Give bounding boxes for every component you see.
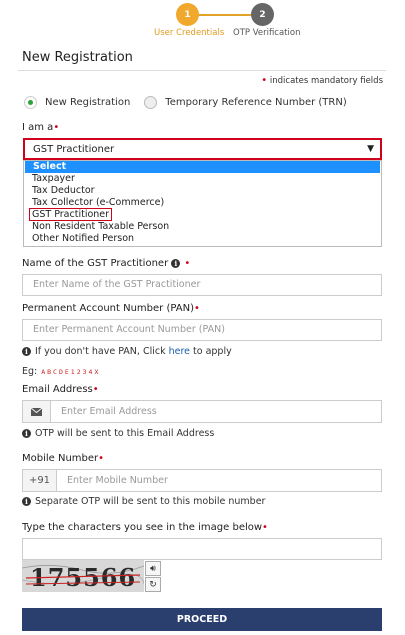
email-help-text: OTP will be sent to this Email Address — [35, 428, 215, 439]
pan-input[interactable]: Enter Permanent Account Number (PAN) — [22, 319, 382, 341]
email-help: i OTP will be sent to this Email Address — [22, 428, 214, 439]
page-title: New Registration — [22, 50, 133, 65]
mobile-label-text: Mobile Number — [22, 453, 99, 464]
mobile-label: Mobile Number• — [22, 453, 104, 464]
i-am-a-label: I am a• — [22, 122, 59, 133]
step-1-label: User Credentials — [154, 28, 225, 38]
mobile-help-text: Separate OTP will be sent to this mobile… — [35, 496, 266, 507]
required-marker: • — [98, 453, 105, 464]
pan-label-text: Permanent Account Number (PAN) — [22, 303, 194, 314]
email-label: Email Address• — [22, 384, 99, 395]
email-input[interactable]: Enter Email Address — [51, 401, 157, 422]
refresh-icon: ↻ — [149, 579, 157, 590]
captcha-input[interactable] — [22, 538, 382, 560]
radio-new-registration[interactable] — [24, 96, 37, 109]
caret-down-icon: ▼ — [367, 144, 374, 154]
info-icon: i — [22, 347, 31, 356]
captcha-image: 175566 — [22, 560, 144, 592]
captcha-audio-button[interactable]: 🔊︎ — [145, 561, 161, 576]
dropdown-option-gst-practitioner-text: GST Practitioner — [29, 208, 113, 221]
mandatory-note-text: indicates mandatory fields — [269, 76, 383, 86]
dropdown-option-select[interactable]: Select — [25, 161, 380, 173]
dropdown-option-other-notified[interactable]: Other Notified Person — [24, 233, 381, 245]
dropdown-option-tax-deductor[interactable]: Tax Deductor — [24, 185, 381, 197]
required-marker: • — [92, 384, 99, 395]
step-2-circle: 2 — [251, 3, 274, 26]
required-marker: • — [53, 122, 60, 133]
i-am-a-selected-value: GST Practitioner — [33, 143, 115, 155]
dropdown-option-gst-practitioner[interactable]: GST Practitioner — [24, 208, 381, 221]
required-marker: • — [262, 522, 268, 533]
required-marker: • — [184, 258, 191, 269]
radio-trn[interactable] — [144, 96, 158, 109]
mobile-help: i Separate OTP will be sent to this mobi… — [22, 496, 265, 507]
radio-trn-label[interactable]: Temporary Reference Number (TRN) — [165, 97, 346, 108]
info-icon: i — [22, 429, 31, 438]
step-1-circle: 1 — [176, 3, 199, 26]
mandatory-note: • indicates mandatory fields — [261, 75, 383, 86]
i-am-a-label-text: I am a — [22, 122, 54, 133]
info-icon[interactable]: i — [171, 259, 181, 268]
pan-help: i If you don't have PAN, Click here to a… — [22, 346, 232, 357]
pan-example-label: Eg: — [22, 366, 38, 377]
captcha-label-text: Type the characters you see in the image… — [22, 522, 263, 533]
pan-example: Eg: ABCDE1234X — [22, 366, 100, 377]
pan-apply-link[interactable]: here — [169, 346, 190, 357]
email-label-text: Email Address — [22, 384, 93, 395]
country-code-prefix: +91 — [23, 470, 57, 491]
pan-label: Permanent Account Number (PAN)• — [22, 303, 200, 314]
email-field[interactable]: Enter Email Address — [22, 400, 382, 423]
radio-new-registration-label[interactable]: New Registration — [45, 97, 130, 108]
required-marker: • — [261, 75, 268, 86]
captcha-label: Type the characters you see in the image… — [22, 522, 268, 533]
name-label-text: Name of the GST Practitioner — [22, 258, 169, 269]
speaker-icon: 🔊︎ — [150, 563, 156, 574]
i-am-a-dropdown-list: Select Taxpayer Tax Deductor Tax Collect… — [23, 160, 382, 247]
captcha-refresh-button[interactable]: ↻ — [145, 577, 161, 592]
info-icon: i — [22, 497, 31, 506]
pan-help-text: If you don't have PAN, Click — [35, 346, 166, 357]
envelope-icon — [23, 401, 51, 422]
mobile-input[interactable]: Enter Mobile Number — [57, 470, 168, 491]
dropdown-option-taxpayer[interactable]: Taxpayer — [24, 173, 381, 185]
proceed-button[interactable]: PROCEED — [22, 608, 382, 631]
name-input[interactable]: Enter Name of the GST Practitioner — [22, 274, 382, 296]
pan-help-suffix: to apply — [193, 346, 232, 357]
dropdown-option-non-resident[interactable]: Non Resident Taxable Person — [24, 221, 381, 233]
required-marker: • — [193, 303, 200, 314]
name-label: Name of the GST Practitioner i • — [22, 258, 190, 269]
title-divider — [18, 70, 386, 71]
registration-type-group: New Registration Temporary Reference Num… — [24, 96, 347, 109]
progress-stepper: 1 2 User Credentials OTP Verification — [150, 2, 310, 38]
mobile-field[interactable]: +91 Enter Mobile Number — [22, 469, 382, 492]
step-2-label: OTP Verification — [233, 28, 301, 38]
pan-example-value: ABCDE1234X — [41, 367, 101, 376]
i-am-a-select[interactable]: GST Practitioner ▼ — [23, 138, 382, 160]
